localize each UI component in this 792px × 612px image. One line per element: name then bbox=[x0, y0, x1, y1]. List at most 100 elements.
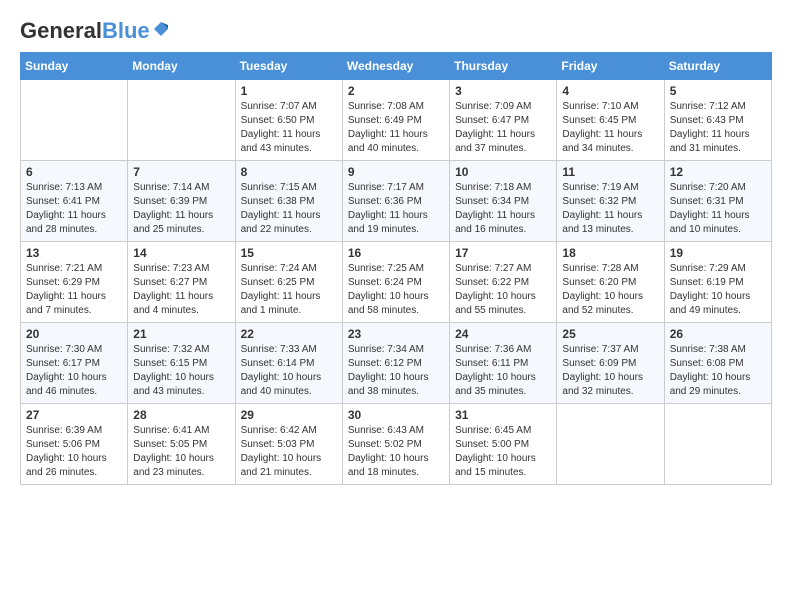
day-info: Sunrise: 7:34 AM Sunset: 6:12 PM Dayligh… bbox=[348, 343, 444, 399]
day-number: 17 bbox=[455, 246, 551, 260]
calendar-cell: 11 Sunrise: 7:19 AM Sunset: 6:32 PM Dayli… bbox=[557, 161, 664, 242]
day-number: 24 bbox=[455, 327, 551, 341]
calendar-cell: 4 Sunrise: 7:10 AM Sunset: 6:45 PM Daylig… bbox=[557, 80, 664, 161]
day-info: Sunrise: 6:42 AM Sunset: 5:03 PM Dayligh… bbox=[241, 424, 337, 480]
day-info: Sunrise: 7:27 AM Sunset: 6:22 PM Dayligh… bbox=[455, 262, 551, 318]
day-number: 29 bbox=[241, 408, 337, 422]
day-number: 13 bbox=[26, 246, 122, 260]
calendar-cell: 23Sunrise: 7:34 AM Sunset: 6:12 PM Dayli… bbox=[342, 323, 449, 404]
day-info: Sunrise: 7:08 AM Sunset: 6:49 PM Dayligh… bbox=[348, 100, 444, 156]
weekday-header: Wednesday bbox=[342, 53, 449, 80]
day-number: 31 bbox=[455, 408, 551, 422]
day-number: 19 bbox=[670, 246, 766, 260]
weekday-header: Saturday bbox=[664, 53, 771, 80]
day-info: Sunrise: 7:32 AM Sunset: 6:15 PM Dayligh… bbox=[133, 343, 229, 399]
day-number: 26 bbox=[670, 327, 766, 341]
day-info: Sunrise: 7:37 AM Sunset: 6:09 PM Dayligh… bbox=[562, 343, 658, 399]
calendar-week-row: 6 Sunrise: 7:13 AM Sunset: 6:41 PM Daylig… bbox=[21, 161, 772, 242]
day-number: 8 bbox=[241, 165, 337, 179]
page-header: GeneralBlue Blue bbox=[20, 20, 772, 42]
day-info: Sunrise: 7:29 AM Sunset: 6:19 PM Dayligh… bbox=[670, 262, 766, 318]
calendar-cell: 9Sunrise: 7:17 AM Sunset: 6:36 PM Daylig… bbox=[342, 161, 449, 242]
day-number: 16 bbox=[348, 246, 444, 260]
weekday-header-row: SundayMondayTuesdayWednesdayThursdayFrid… bbox=[21, 53, 772, 80]
calendar-week-row: 13 Sunrise: 7:21 AM Sunset: 6:29 PM Dayli… bbox=[21, 242, 772, 323]
day-info: Sunrise: 7:09 AM Sunset: 6:47 PM Dayligh… bbox=[455, 100, 551, 156]
calendar-cell: 3 Sunrise: 7:09 AM Sunset: 6:47 PM Daylig… bbox=[450, 80, 557, 161]
calendar-cell: 20Sunrise: 7:30 AM Sunset: 6:17 PM Dayli… bbox=[21, 323, 128, 404]
day-info: Sunrise: 7:17 AM Sunset: 6:36 PM Dayligh… bbox=[348, 181, 444, 237]
day-info: Sunrise: 7:33 AM Sunset: 6:14 PM Dayligh… bbox=[241, 343, 337, 399]
weekday-header: Monday bbox=[128, 53, 235, 80]
day-number: 28 bbox=[133, 408, 229, 422]
logo-icon bbox=[152, 20, 170, 38]
calendar-cell: 26Sunrise: 7:38 AM Sunset: 6:08 PM Dayli… bbox=[664, 323, 771, 404]
calendar-cell: 17 Sunrise: 7:27 AM Sunset: 6:22 PM Dayli… bbox=[450, 242, 557, 323]
calendar-cell bbox=[128, 80, 235, 161]
day-number: 2 bbox=[348, 84, 444, 98]
day-info: Sunrise: 7:30 AM Sunset: 6:17 PM Dayligh… bbox=[26, 343, 122, 399]
day-number: 14 bbox=[133, 246, 229, 260]
calendar-cell: 10 Sunrise: 7:18 AM Sunset: 6:34 PM Dayli… bbox=[450, 161, 557, 242]
calendar-cell: 31 Sunrise: 6:45 AM Sunset: 5:00 PM Dayli… bbox=[450, 404, 557, 485]
weekday-header: Sunday bbox=[21, 53, 128, 80]
calendar-cell: 21 Sunrise: 7:32 AM Sunset: 6:15 PM Dayli… bbox=[128, 323, 235, 404]
day-number: 21 bbox=[133, 327, 229, 341]
day-info: Sunrise: 7:36 AM Sunset: 6:11 PM Dayligh… bbox=[455, 343, 551, 399]
calendar-cell bbox=[21, 80, 128, 161]
logo: GeneralBlue Blue bbox=[20, 20, 170, 42]
day-number: 7 bbox=[133, 165, 229, 179]
calendar-cell: 13 Sunrise: 7:21 AM Sunset: 6:29 PM Dayli… bbox=[21, 242, 128, 323]
day-number: 18 bbox=[562, 246, 658, 260]
day-info: Sunrise: 7:12 AM Sunset: 6:43 PM Dayligh… bbox=[670, 100, 766, 156]
calendar-cell: 19 Sunrise: 7:29 AM Sunset: 6:19 PM Dayli… bbox=[664, 242, 771, 323]
day-number: 1 bbox=[241, 84, 337, 98]
day-number: 4 bbox=[562, 84, 658, 98]
day-info: Sunrise: 7:07 AM Sunset: 6:50 PM Dayligh… bbox=[241, 100, 337, 156]
day-info: Sunrise: 7:13 AM Sunset: 6:41 PM Dayligh… bbox=[26, 181, 122, 237]
calendar-cell bbox=[557, 404, 664, 485]
calendar-cell: 29 Sunrise: 6:42 AM Sunset: 5:03 PM Dayli… bbox=[235, 404, 342, 485]
calendar-cell: 12Sunrise: 7:20 AM Sunset: 6:31 PM Dayli… bbox=[664, 161, 771, 242]
calendar-cell: 30Sunrise: 6:43 AM Sunset: 5:02 PM Dayli… bbox=[342, 404, 449, 485]
calendar-cell: 5 Sunrise: 7:12 AM Sunset: 6:43 PM Daylig… bbox=[664, 80, 771, 161]
day-info: Sunrise: 6:45 AM Sunset: 5:00 PM Dayligh… bbox=[455, 424, 551, 480]
day-info: Sunrise: 6:41 AM Sunset: 5:05 PM Dayligh… bbox=[133, 424, 229, 480]
calendar-cell: 24 Sunrise: 7:36 AM Sunset: 6:11 PM Dayli… bbox=[450, 323, 557, 404]
day-info: Sunrise: 7:14 AM Sunset: 6:39 PM Dayligh… bbox=[133, 181, 229, 237]
day-info: Sunrise: 7:10 AM Sunset: 6:45 PM Dayligh… bbox=[562, 100, 658, 156]
day-number: 6 bbox=[26, 165, 122, 179]
day-info: Sunrise: 7:28 AM Sunset: 6:20 PM Dayligh… bbox=[562, 262, 658, 318]
day-info: Sunrise: 7:20 AM Sunset: 6:31 PM Dayligh… bbox=[670, 181, 766, 237]
calendar-cell: 7 Sunrise: 7:14 AM Sunset: 6:39 PM Daylig… bbox=[128, 161, 235, 242]
calendar-cell: 27Sunrise: 6:39 AM Sunset: 5:06 PM Dayli… bbox=[21, 404, 128, 485]
calendar-cell: 22 Sunrise: 7:33 AM Sunset: 6:14 PM Dayli… bbox=[235, 323, 342, 404]
calendar-week-row: 27Sunrise: 6:39 AM Sunset: 5:06 PM Dayli… bbox=[21, 404, 772, 485]
calendar-cell: 2 Sunrise: 7:08 AM Sunset: 6:49 PM Daylig… bbox=[342, 80, 449, 161]
day-number: 3 bbox=[455, 84, 551, 98]
calendar-cell: 6 Sunrise: 7:13 AM Sunset: 6:41 PM Daylig… bbox=[21, 161, 128, 242]
weekday-header: Thursday bbox=[450, 53, 557, 80]
calendar-week-row: 1 Sunrise: 7:07 AM Sunset: 6:50 PM Daylig… bbox=[21, 80, 772, 161]
day-number: 5 bbox=[670, 84, 766, 98]
day-number: 11 bbox=[562, 165, 658, 179]
day-info: Sunrise: 7:15 AM Sunset: 6:38 PM Dayligh… bbox=[241, 181, 337, 237]
calendar-cell: 14 Sunrise: 7:23 AM Sunset: 6:27 PM Dayli… bbox=[128, 242, 235, 323]
calendar-cell bbox=[664, 404, 771, 485]
day-info: Sunrise: 7:24 AM Sunset: 6:25 PM Dayligh… bbox=[241, 262, 337, 318]
day-info: Sunrise: 7:21 AM Sunset: 6:29 PM Dayligh… bbox=[26, 262, 122, 318]
day-number: 25 bbox=[562, 327, 658, 341]
weekday-header: Tuesday bbox=[235, 53, 342, 80]
calendar-cell: 28 Sunrise: 6:41 AM Sunset: 5:05 PM Dayli… bbox=[128, 404, 235, 485]
day-number: 22 bbox=[241, 327, 337, 341]
calendar-cell: 8 Sunrise: 7:15 AM Sunset: 6:38 PM Daylig… bbox=[235, 161, 342, 242]
day-info: Sunrise: 7:25 AM Sunset: 6:24 PM Dayligh… bbox=[348, 262, 444, 318]
logo-text: GeneralBlue bbox=[20, 20, 150, 42]
day-number: 30 bbox=[348, 408, 444, 422]
day-number: 10 bbox=[455, 165, 551, 179]
day-info: Sunrise: 7:19 AM Sunset: 6:32 PM Dayligh… bbox=[562, 181, 658, 237]
calendar-week-row: 20Sunrise: 7:30 AM Sunset: 6:17 PM Dayli… bbox=[21, 323, 772, 404]
day-info: Sunrise: 7:18 AM Sunset: 6:34 PM Dayligh… bbox=[455, 181, 551, 237]
day-info: Sunrise: 7:23 AM Sunset: 6:27 PM Dayligh… bbox=[133, 262, 229, 318]
day-info: Sunrise: 6:39 AM Sunset: 5:06 PM Dayligh… bbox=[26, 424, 122, 480]
